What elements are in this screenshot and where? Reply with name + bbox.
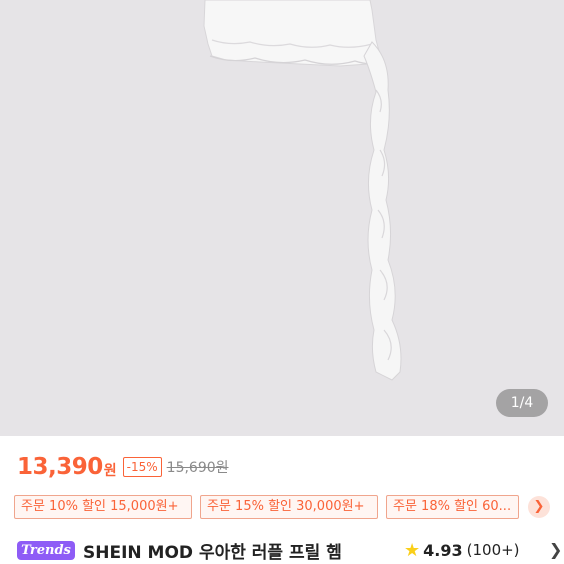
product-title: SHEIN MOD 우아한 러플 프릴 헴 [83,542,342,563]
coupon-chip[interactable]: 주문 10% 할인 15,000원+ [14,495,192,519]
current-price: 13,390 [17,454,103,480]
star-icon: ★ [404,539,421,561]
product-photo [203,0,402,381]
coupon-chip[interactable]: 주문 15% 할인 30,000원+ [200,495,378,519]
coupon-chip[interactable]: 주문 18% 할인 60... [386,495,519,519]
original-price: 15,690원 [166,460,229,476]
trends-badge: Trends [17,540,75,560]
product-title-row[interactable]: Trends SHEIN MOD 우아한 러플 프릴 헴 ★ 4.93 (100… [17,537,564,563]
discount-badge: -15% [122,457,162,477]
rating[interactable]: ★ 4.93 (100+) [404,537,520,563]
chevron-right-icon[interactable]: ❯ [549,537,562,563]
rating-value: 4.93 [423,540,463,560]
coupon-row: 주문 10% 할인 15,000원+ 주문 15% 할인 30,000원+ 주문… [14,495,564,521]
price-row: 13,390 원 -15% 15,690원 [17,452,229,482]
coupon-more-button[interactable]: ❯ [528,496,550,518]
currency-unit: 원 [103,463,117,479]
image-counter: 1/4 [496,389,548,417]
chevron-right-icon: ❯ [533,499,545,514]
product-image-gallery[interactable]: 1/4 [0,0,564,436]
review-count: (100+) [466,541,520,559]
